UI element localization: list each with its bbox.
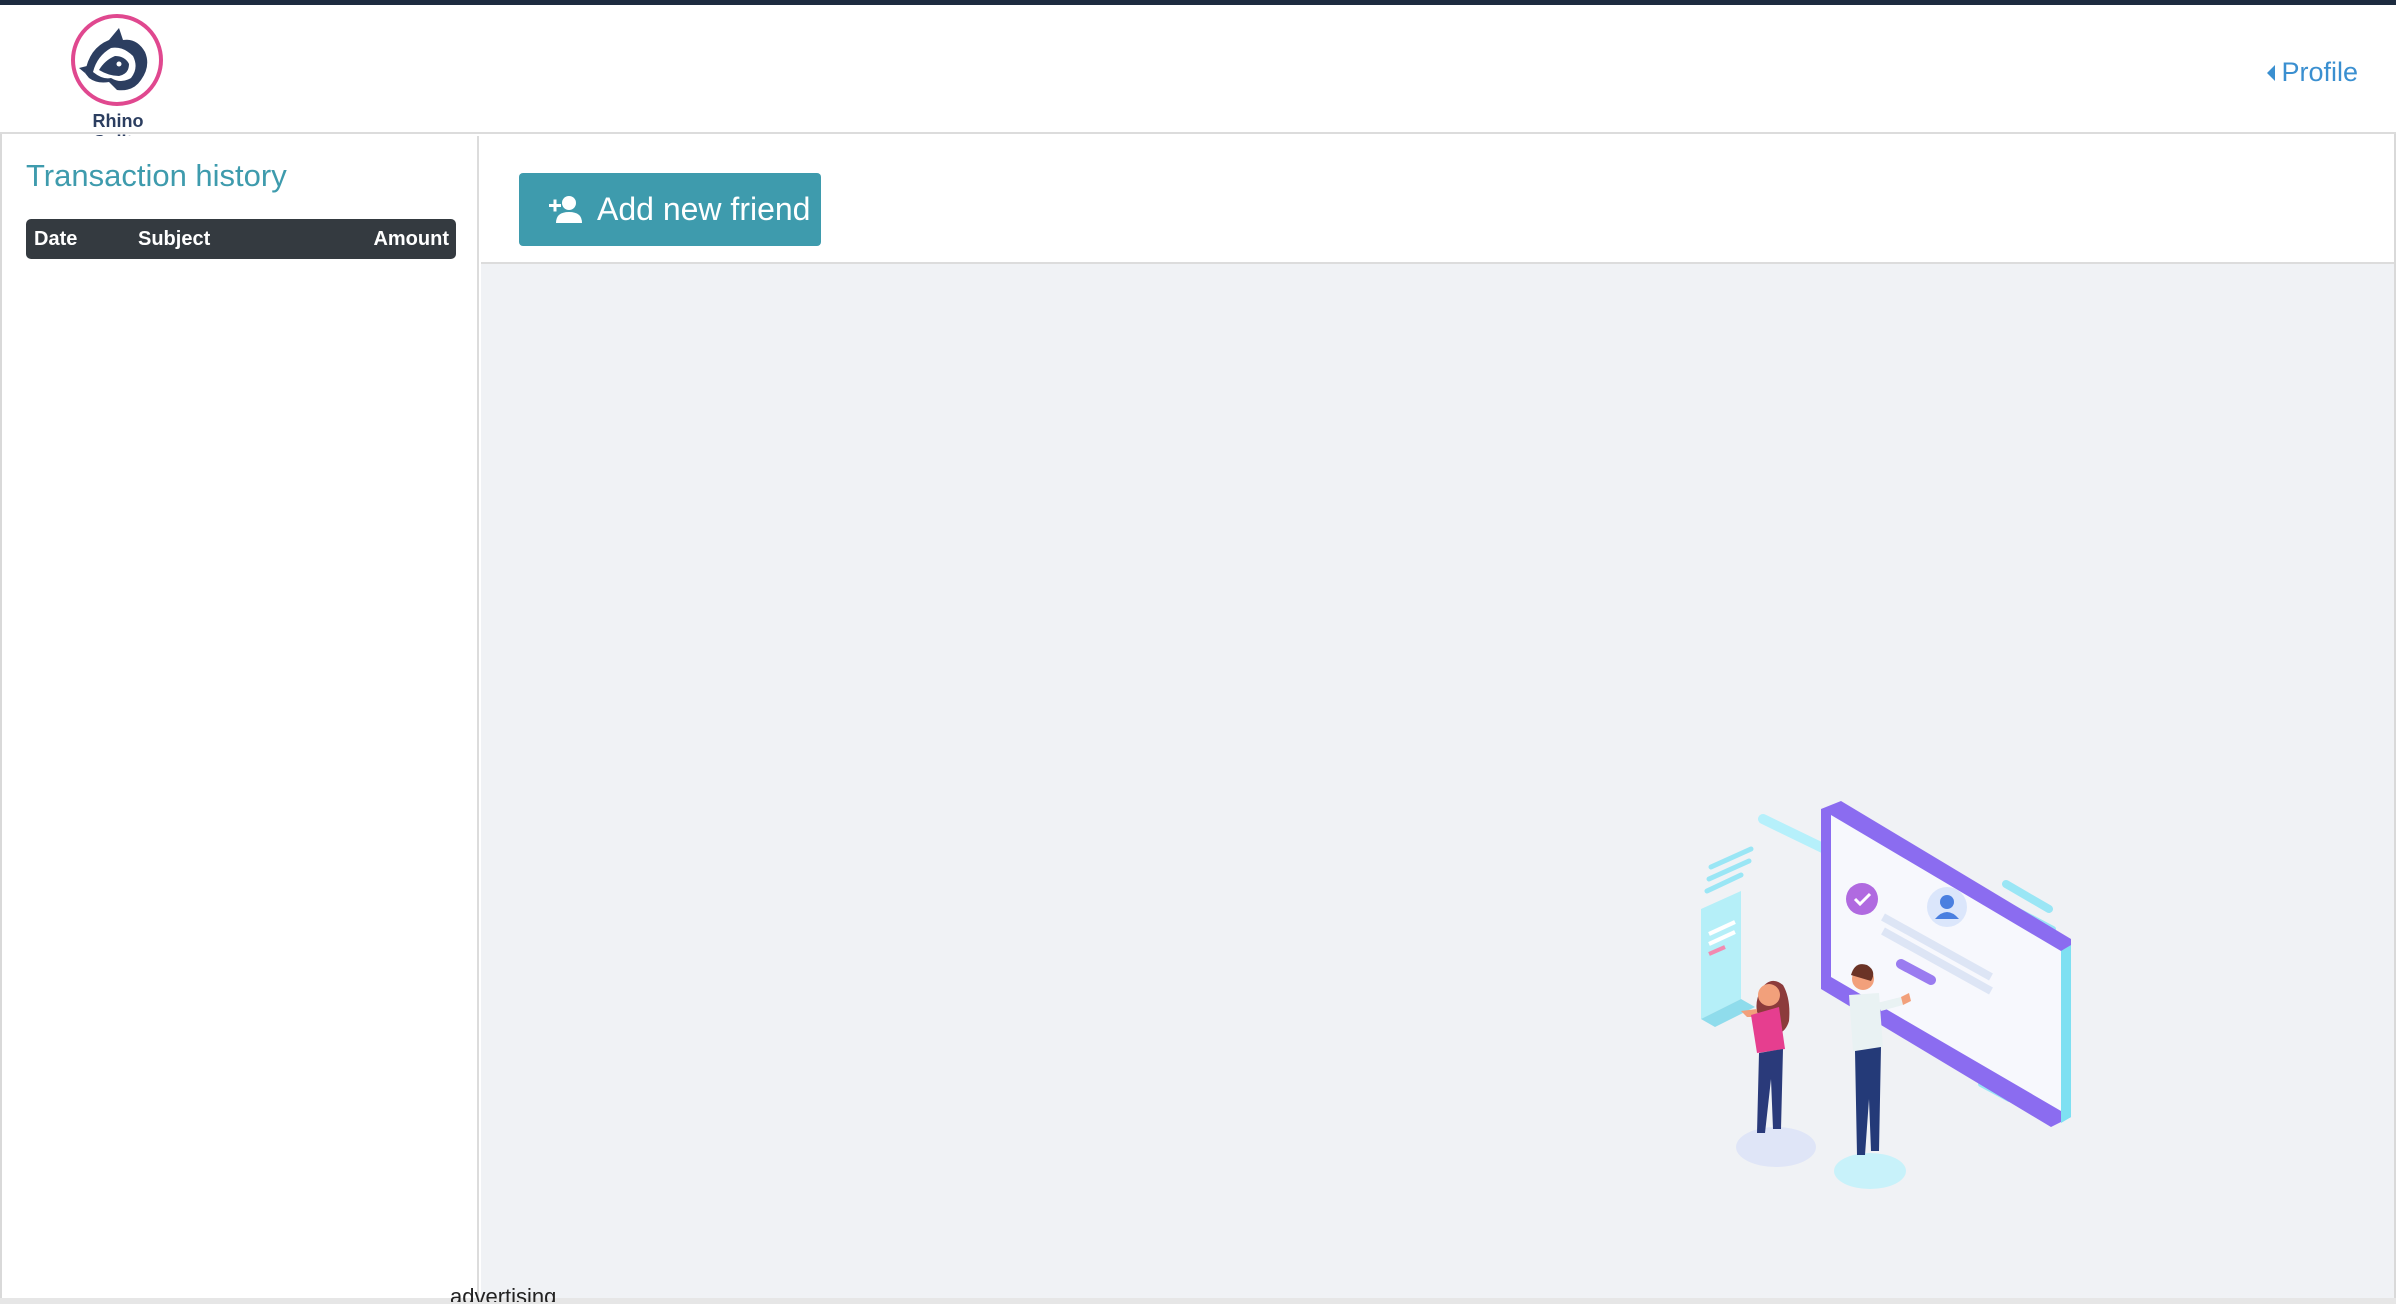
profile-label: Profile (2281, 57, 2358, 87)
add-new-friend-label: Add new friend (597, 191, 811, 227)
column-subject: Subject (138, 228, 211, 250)
column-amount: Amount (373, 228, 449, 250)
add-new-friend-button[interactable]: Add new friend (519, 173, 821, 246)
main-content-area (481, 264, 2394, 1302)
friends-illustration (1701, 801, 2071, 1189)
transaction-table-header: Date Subject Amount (26, 219, 456, 259)
brand-logo[interactable]: Rhino Splits (66, 14, 170, 152)
user-plus-icon (549, 195, 582, 223)
bottom-edge (0, 1298, 2396, 1304)
caret-left-icon (2267, 64, 2276, 81)
sidebar-title: Transaction history (26, 158, 287, 193)
clipped-footer-text: advertising (450, 1284, 557, 1302)
main-toolbar: Add new friend (481, 136, 2394, 264)
column-date: Date (34, 228, 78, 250)
sidebar: Transaction history Date Subject Amount (2, 136, 479, 1304)
rhino-logo-icon (71, 14, 163, 106)
app-header: Rhino Splits Profile (0, 5, 2396, 152)
profile-link[interactable]: Profile (2267, 57, 2358, 88)
